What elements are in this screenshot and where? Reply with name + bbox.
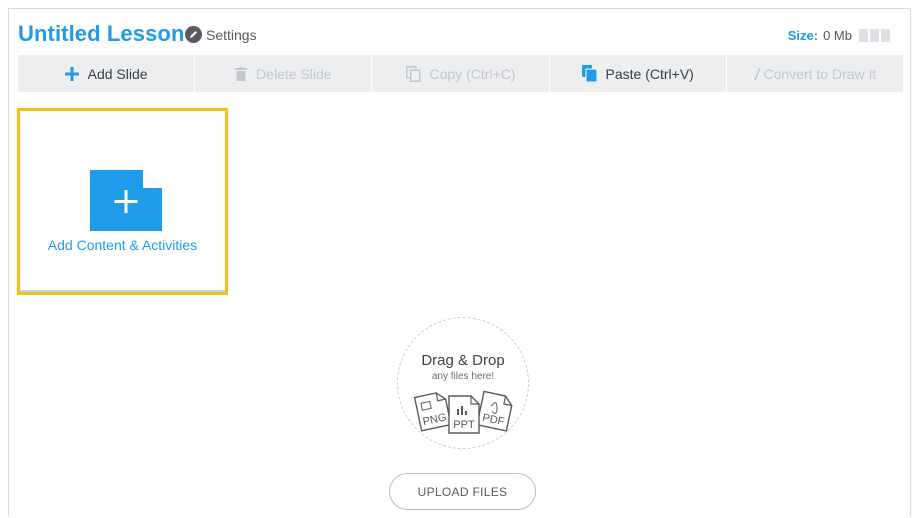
toolbar: Add Slide Delete Slide Copy (Ctrl+C) Pas… xyxy=(18,55,903,92)
drop-zone[interactable]: Drag & Drop any files here! PNG PDF PPT xyxy=(397,317,529,449)
delete-slide-label: Delete Slide xyxy=(256,65,332,82)
copy-icon xyxy=(405,65,421,82)
convert-to-draw-it-button[interactable]: Convert to Draw It xyxy=(727,55,903,92)
header: Untitled Lesson Settings Size: 0 Mb xyxy=(9,9,910,55)
size-value: 0 Mb xyxy=(823,28,852,43)
size-label: Size: xyxy=(787,28,819,43)
plus-icon xyxy=(64,66,79,81)
convert-label: Convert to Draw It xyxy=(763,65,877,82)
lesson-title[interactable]: Untitled Lesson xyxy=(18,21,185,47)
size-meter-bar xyxy=(870,29,879,42)
pencil-icon xyxy=(185,26,202,43)
slash-pen-icon xyxy=(753,67,761,81)
delete-slide-button[interactable]: Delete Slide xyxy=(195,55,373,92)
copy-button[interactable]: Copy (Ctrl+C) xyxy=(372,55,550,92)
drop-subtitle: any files here! xyxy=(431,371,495,382)
paste-label: Paste (Ctrl+V) xyxy=(605,65,694,82)
size-meter xyxy=(859,29,890,42)
copy-label: Copy (Ctrl+C) xyxy=(429,65,516,82)
paste-button[interactable]: Paste (Ctrl+V) xyxy=(550,55,727,92)
add-content-label: Add Content & Activities xyxy=(47,237,198,253)
size-meter-bar xyxy=(859,29,868,42)
paste-icon xyxy=(581,65,597,82)
slide-underline xyxy=(20,290,225,292)
upload-files-button[interactable]: UPLOAD FILES xyxy=(389,473,536,510)
file-types-icon: PNG PDF PPT xyxy=(413,390,513,434)
trash-icon xyxy=(235,66,248,81)
add-document-icon xyxy=(90,170,162,231)
drop-title: Drag & Drop xyxy=(421,352,505,369)
lesson-editor: Untitled Lesson Settings Size: 0 Mb Add … xyxy=(8,8,911,516)
size-indicator: Size: 0 Mb xyxy=(788,28,890,43)
settings-link[interactable]: Settings xyxy=(185,26,257,43)
settings-label: Settings xyxy=(206,26,257,43)
add-slide-label: Add Slide xyxy=(87,65,148,82)
file-type-ppt: PPT xyxy=(453,419,475,431)
slide-thumbnail[interactable]: Add Content & Activities xyxy=(17,108,228,295)
size-meter-bar xyxy=(881,29,890,42)
add-slide-button[interactable]: Add Slide xyxy=(18,55,196,92)
